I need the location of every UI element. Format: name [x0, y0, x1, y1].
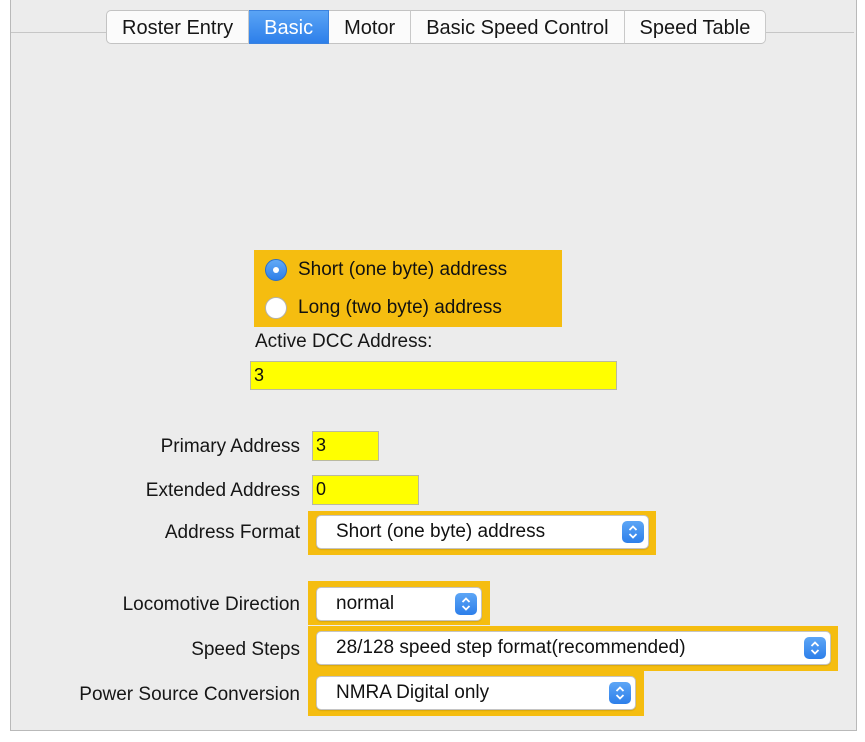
power-source-label: Power Source Conversion [79, 684, 300, 705]
power-source-select[interactable]: NMRA Digital only [316, 676, 636, 710]
speed-steps-label: Speed Steps [191, 639, 300, 660]
extended-address-field[interactable]: 0 [312, 475, 419, 505]
tab-roster-entry[interactable]: Roster Entry [106, 10, 250, 44]
extended-address-label: Extended Address [145, 480, 300, 501]
speed-steps-select[interactable]: 28/128 speed step format(recommended) [316, 631, 831, 665]
radio-selected-icon[interactable] [265, 259, 287, 281]
address-format-value: Short (one byte) address [336, 521, 546, 542]
tab-speed-table[interactable]: Speed Table [624, 10, 767, 44]
radio-unselected-icon[interactable] [265, 297, 287, 319]
locomotive-direction-value: normal [336, 593, 395, 614]
tab-basic-speed-control[interactable]: Basic Speed Control [411, 10, 625, 44]
address-mode-group: Short (one byte) address Long (two byte)… [254, 250, 562, 327]
speed-steps-value: 28/128 speed step format(recommended) [336, 637, 686, 658]
tab-bar: Roster Entry Basic Motor Basic Speed Con… [106, 10, 767, 44]
tab-basic[interactable]: Basic [249, 10, 330, 44]
short-address-option[interactable]: Short (one byte) address [265, 259, 507, 281]
short-address-label: Short (one byte) address [298, 259, 508, 280]
tab-motor[interactable]: Motor [329, 10, 412, 44]
active-dcc-address-label: Active DCC Address: [255, 331, 433, 352]
address-format-select[interactable]: Short (one byte) address [316, 515, 649, 549]
primary-address-field[interactable]: 3 [312, 431, 379, 461]
primary-address-label: Primary Address [160, 436, 300, 457]
long-address-label: Long (two byte) address [298, 297, 502, 318]
chevron-updown-icon [804, 637, 826, 659]
active-dcc-address-field[interactable]: 3 [250, 361, 617, 390]
chevron-updown-icon [455, 593, 477, 615]
chevron-updown-icon [622, 521, 644, 543]
address-format-label: Address Format [164, 522, 300, 543]
locomotive-direction-select[interactable]: normal [316, 587, 482, 621]
locomotive-direction-label: Locomotive Direction [122, 594, 300, 615]
chevron-updown-icon [609, 682, 631, 704]
power-source-value: NMRA Digital only [336, 682, 490, 703]
long-address-option[interactable]: Long (two byte) address [265, 297, 502, 319]
